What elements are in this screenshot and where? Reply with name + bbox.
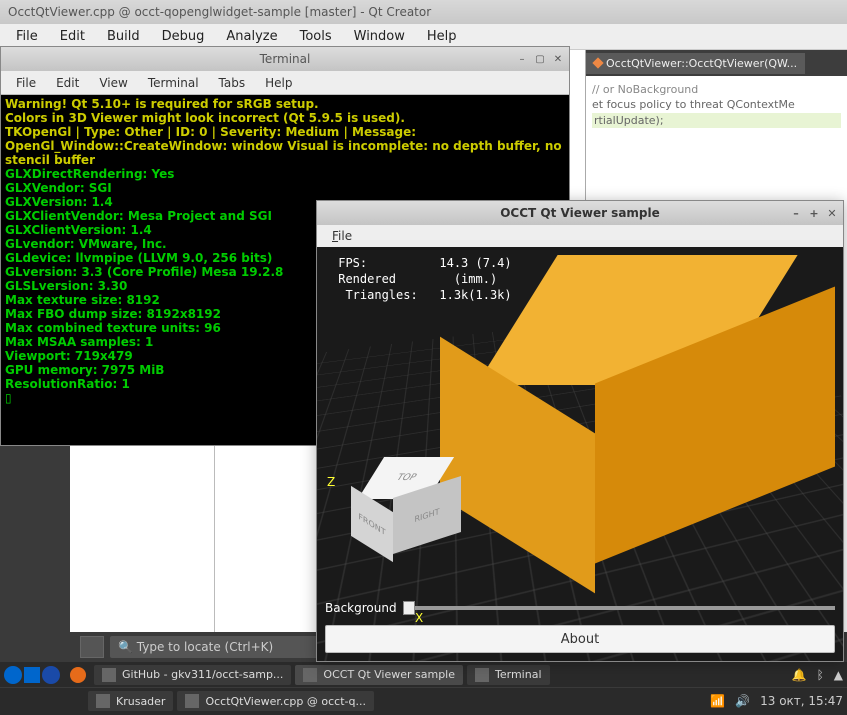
search-icon: 🔍 (118, 640, 133, 654)
menu-help[interactable]: Help (417, 26, 467, 47)
render-stats: FPS: 14.3 (7.4) Rendered (imm.) Triangle… (331, 255, 512, 303)
taskbar: GitHub - gkv311/occt-samp...OCCT Qt View… (0, 662, 847, 715)
menu-help[interactable]: Help (256, 74, 301, 92)
menu-analyze[interactable]: Analyze (216, 26, 287, 47)
bell-icon[interactable]: 🔔 (792, 668, 807, 682)
cpp-icon (592, 57, 603, 68)
locator-placeholder: Type to locate (Ctrl+K) (137, 640, 273, 654)
bluetooth-icon[interactable]: ᛒ (817, 668, 824, 682)
terminal-menubar: FileEditViewTerminalTabsHelp (1, 71, 569, 95)
close-icon[interactable]: ✕ (825, 206, 839, 220)
terminal-titlebar[interactable]: Terminal – ▢ ✕ (1, 47, 569, 71)
task-button[interactable]: Krusader (88, 691, 173, 711)
menu-view[interactable]: View (90, 74, 136, 92)
up-icon[interactable]: ▲ (834, 668, 843, 682)
menu-tabs[interactable]: Tabs (210, 74, 255, 92)
task-button[interactable]: Terminal (467, 665, 550, 685)
occt-titlebar[interactable]: OCCT Qt Viewer sample – + ✕ (317, 201, 843, 225)
occt-title: OCCT Qt Viewer sample (500, 206, 660, 220)
menu-file[interactable]: File (323, 227, 361, 245)
menu-file[interactable]: File (7, 74, 45, 92)
box-shape[interactable] (487, 255, 807, 575)
code-area[interactable]: // or NoBackgroundet focus policy to thr… (586, 76, 847, 134)
firefox-icon[interactable] (70, 667, 86, 683)
occt-3d-view[interactable]: FPS: 14.3 (7.4) Rendered (imm.) Triangle… (317, 247, 843, 661)
web-icon[interactable] (42, 666, 60, 684)
background-label: Background (325, 601, 397, 615)
menu-tools[interactable]: Tools (290, 26, 342, 47)
menu-build[interactable]: Build (97, 26, 150, 47)
task-button[interactable]: OcctQtViewer.cpp @ occt-q... (177, 691, 374, 711)
system-tray: 🔔 ᛒ ▲ (792, 668, 843, 682)
qtcreator-titlebar: OcctQtViewer.cpp @ occt-qopenglwidget-sa… (0, 0, 847, 24)
about-button[interactable]: About (325, 625, 835, 653)
menu-edit[interactable]: Edit (50, 26, 95, 47)
close-icon[interactable]: ✕ (551, 52, 565, 66)
minimize-icon[interactable]: – (515, 52, 529, 66)
slider-thumb[interactable] (403, 601, 415, 615)
menu-edit[interactable]: Edit (47, 74, 88, 92)
clock[interactable]: 13 окт, 15:47 (760, 694, 843, 708)
menu-terminal[interactable]: Terminal (139, 74, 208, 92)
occt-viewer-window: OCCT Qt Viewer sample – + ✕ File FPS: 14… (316, 200, 844, 662)
terminal-title: Terminal (260, 52, 311, 66)
editor-tab[interactable]: OcctQtViewer::OcctQtViewer(QW... (586, 53, 805, 74)
volume-icon[interactable]: 🔊 (735, 694, 750, 708)
menu-debug[interactable]: Debug (152, 26, 215, 47)
app-launcher-icon[interactable] (24, 667, 40, 683)
minimize-icon[interactable]: – (789, 206, 803, 220)
maximize-icon[interactable]: ▢ (533, 52, 547, 66)
menu-file[interactable]: File (6, 26, 48, 47)
occt-menubar: File (317, 225, 843, 247)
background-slider-row: Background (325, 601, 835, 615)
menu-window[interactable]: Window (344, 26, 415, 47)
network-icon[interactable]: 📶 (710, 694, 725, 708)
editor-tabbar: OcctQtViewer::OcctQtViewer(QW... (586, 50, 847, 76)
output-toggle[interactable] (80, 636, 104, 658)
start-button[interactable] (4, 666, 22, 684)
view-cube[interactable]: TOP RIGHT FRONT (351, 457, 461, 567)
axis-z: Z (327, 475, 335, 489)
task-button[interactable]: OCCT Qt Viewer sample (295, 665, 463, 685)
task-button[interactable]: GitHub - gkv311/occt-samp... (94, 665, 291, 685)
background-slider[interactable] (403, 606, 835, 610)
qtcreator-title: OcctQtViewer.cpp @ occt-qopenglwidget-sa… (8, 5, 431, 19)
tab-label: OcctQtViewer::OcctQtViewer(QW... (606, 57, 797, 70)
maximize-icon[interactable]: + (807, 206, 821, 220)
